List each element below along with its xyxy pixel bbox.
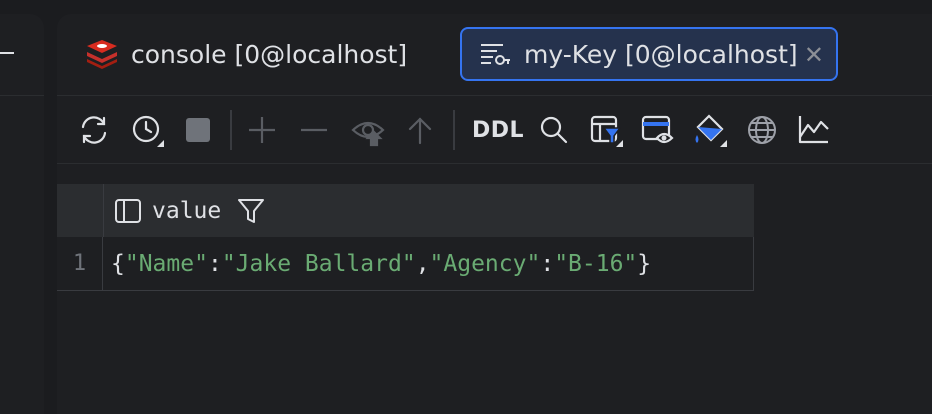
- tab-console[interactable]: console [0@localhost]: [85, 27, 407, 81]
- stop-icon[interactable]: [181, 113, 215, 147]
- globe-icon[interactable]: [745, 113, 779, 147]
- column-filter-icon[interactable]: [237, 197, 265, 225]
- left-panel: [0, 14, 44, 414]
- tab-bar: console [0@localhost] my-Key [0@localhos…: [57, 14, 932, 96]
- view-mode-icon[interactable]: [641, 113, 675, 147]
- key-value-icon: [481, 44, 510, 65]
- toolbar-separator: [453, 110, 455, 150]
- refresh-icon[interactable]: [77, 113, 111, 147]
- column-header-value[interactable]: value: [103, 184, 754, 237]
- remove-icon[interactable]: [297, 113, 331, 147]
- toolbar: DDL: [57, 96, 932, 164]
- color-fill-icon[interactable]: [693, 113, 727, 147]
- column-panel-icon: [115, 198, 141, 223]
- tab-label: my-Key [0@localhost]: [524, 39, 798, 69]
- search-icon[interactable]: [537, 113, 571, 147]
- chart-icon[interactable]: [797, 113, 831, 147]
- gutter-header: [57, 184, 103, 237]
- editor-panel: console [0@localhost] my-Key [0@localhos…: [57, 14, 932, 414]
- view-icon[interactable]: [351, 113, 385, 147]
- filter-icon[interactable]: [589, 113, 623, 147]
- redis-icon: [87, 40, 117, 69]
- tab-my-key[interactable]: my-Key [0@localhost] ✕: [460, 27, 838, 81]
- toolbar-separator: [230, 110, 232, 150]
- history-icon[interactable]: [130, 113, 164, 147]
- dropdown-corner: [157, 140, 164, 147]
- minimize-icon[interactable]: [0, 52, 14, 54]
- value-cell[interactable]: {"Name": "Jake Ballard", "Agency": "B-16"}: [103, 237, 754, 291]
- dropdown-corner: [720, 140, 727, 147]
- left-panel-header: [0, 14, 44, 96]
- close-icon[interactable]: ✕: [804, 41, 824, 69]
- column-name: value: [152, 197, 222, 224]
- row-number: 1: [57, 237, 103, 291]
- tab-label: console [0@localhost]: [131, 39, 408, 69]
- ddl-button[interactable]: DDL: [472, 118, 524, 143]
- submit-icon[interactable]: [403, 113, 437, 147]
- data-grid: value 1 {"Name": "Jake Ballard", "Agency":…: [57, 184, 754, 291]
- dropdown-corner: [616, 140, 623, 147]
- add-icon[interactable]: [245, 113, 279, 147]
